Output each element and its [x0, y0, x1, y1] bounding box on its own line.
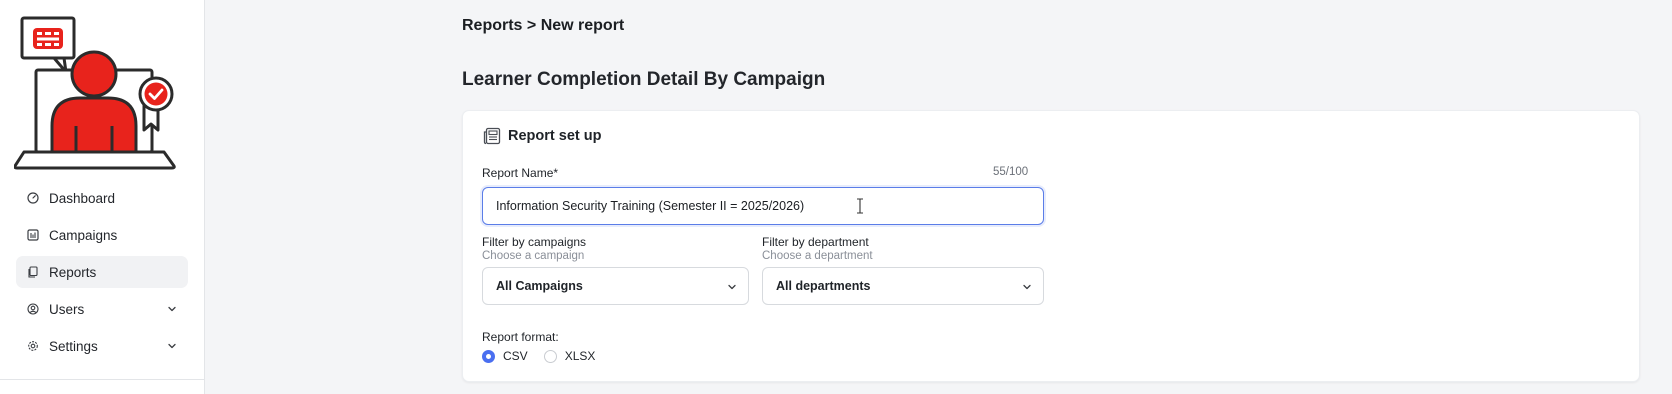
sidebar-item-label: Reports	[49, 264, 97, 280]
sidebar-item-users[interactable]: Users	[16, 293, 188, 325]
chevron-down-icon[interactable]	[166, 340, 178, 352]
department-select-value: All departments	[776, 279, 871, 293]
campaigns-select-value: All Campaigns	[496, 279, 583, 293]
sidebar-item-campaigns[interactable]: Campaigns	[16, 219, 188, 251]
xlsx-radio[interactable]	[543, 349, 557, 363]
filter-campaigns-label: Filter by campaigns	[482, 235, 587, 249]
filter-department-label: Filter by department	[762, 235, 869, 249]
chevron-down-icon	[728, 284, 736, 290]
campaigns-select[interactable]: All Campaigns	[482, 267, 749, 305]
sidebar-item-label: Dashboard	[49, 190, 116, 206]
gauge-icon	[26, 191, 40, 205]
filter-department-hint: Choose a department	[762, 250, 873, 262]
sidebar-item-settings[interactable]: Settings	[16, 330, 188, 362]
csv-radio[interactable]	[482, 349, 495, 363]
gear-icon	[26, 339, 40, 353]
report-name-label: Report Name*	[482, 166, 559, 180]
report-format-label: Report format:	[482, 330, 559, 344]
sidebar-nav: Dashboard Campaigns Reports Users Settin…	[16, 182, 188, 367]
user-circle-icon	[26, 302, 40, 316]
card-header: Report set up	[482, 126, 601, 146]
filter-campaigns-hint: Choose a campaign	[482, 250, 585, 262]
page-title: Learner Completion Detail By Campaign	[462, 69, 826, 90]
report-format-options: CSV XLSX	[482, 349, 611, 363]
char-counter: 55/100	[993, 166, 1029, 178]
sidebar-divider	[0, 379, 204, 380]
sidebar-item-dashboard[interactable]: Dashboard	[16, 182, 188, 214]
department-select[interactable]: All departments	[762, 267, 1044, 305]
card-title: Report set up	[508, 128, 602, 144]
sidebar-item-reports[interactable]: Reports	[16, 256, 188, 288]
sidebar-item-label: Settings	[49, 338, 98, 354]
csv-radio-label[interactable]: CSV	[503, 349, 528, 363]
newspaper-icon	[483, 127, 501, 145]
documents-icon	[26, 265, 40, 279]
sidebar: Dashboard Campaigns Reports Users Settin…	[0, 0, 205, 394]
chart-bars-icon	[26, 228, 40, 242]
chevron-down-icon	[1023, 284, 1031, 290]
report-name-input[interactable]	[482, 187, 1044, 225]
sidebar-item-label: Campaigns	[49, 227, 118, 243]
xlsx-radio-label[interactable]: XLSX	[565, 349, 596, 363]
breadcrumb[interactable]: Reports > New report	[462, 17, 624, 35]
text-cursor-icon	[857, 198, 863, 214]
chevron-down-icon[interactable]	[166, 303, 178, 315]
sidebar-item-label: Users	[49, 301, 85, 317]
report-setup-card: Report set up Report Name* 55/100 Filter…	[462, 110, 1640, 382]
learner-shield-logo	[13, 14, 190, 184]
